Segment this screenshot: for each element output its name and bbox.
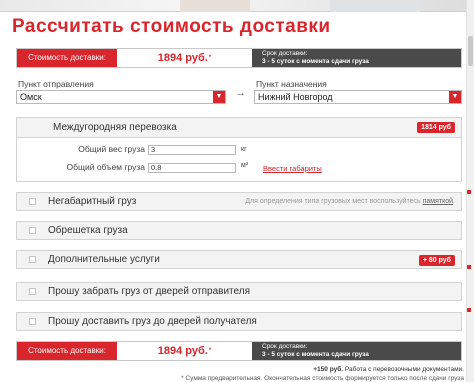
additional-services-badge: + 80 руб [418,255,455,266]
weight-unit: кг [241,146,247,153]
delivery-term: Срок доставки: 3 - 5 суток с момента сда… [252,342,461,360]
intercity-details: Общий вес груза 3 кг Общий объем груза 0… [16,138,462,182]
option-crating[interactable]: Обрешетка груза [16,221,462,240]
arrow-right-icon: → [235,87,246,99]
scrollbar-thumb[interactable] [468,36,473,66]
chevron-down-icon: ▼ [213,91,225,103]
memo-link[interactable]: памяткой [423,198,453,205]
weight-input[interactable]: 3 [148,145,236,155]
origin-label: Пункт отправления [18,79,94,89]
destination-label: Пункт назначения [256,79,327,89]
option-door-delivery[interactable]: Прошу доставить груз до дверей получател… [16,312,462,331]
door-delivery-checkbox[interactable] [29,318,36,325]
origin-select[interactable]: Омск ▼ [16,90,226,104]
pickup-checkbox[interactable] [29,288,36,295]
destination-select[interactable]: Нижний Новгород ▼ [254,90,462,104]
volume-input[interactable]: 0.8 [148,163,236,173]
volume-unit: м³ [241,162,249,169]
price-summary-top: Стоимость доставки: 1894 руб.* Срок дост… [16,48,462,68]
oversized-hint: Для определения типа грузовых мест воспо… [245,198,455,205]
weight-label: Общий вес груза [78,144,145,154]
volume-label: Общий объем груза [66,162,146,172]
documents-fee: +150 руб. Работа с перевозочными докумен… [313,366,464,373]
intercity-panel: Междугородняя перевозка 1814 руб [16,117,462,138]
chevron-down-icon: ▼ [449,91,461,103]
side-marker [467,190,471,194]
enter-dimensions-link[interactable]: Ввести габариты [263,164,322,173]
map-image [180,0,250,12]
price-amount: 1894 руб.* [117,49,252,67]
header-map-strip [0,0,474,12]
price-disclaimer: * Сумма предварительная. Окончательная с… [181,375,464,382]
additional-services-checkbox[interactable] [29,256,36,263]
option-pickup[interactable]: Прошу забрать груз от дверей отправителя [16,282,462,301]
intercity-price-badge: 1814 руб [417,122,455,133]
price-label: Стоимость доставки: [17,49,117,67]
oversized-checkbox[interactable] [29,198,36,205]
intercity-title: Междугородняя перевозка [53,122,177,133]
side-marker [467,265,471,269]
option-additional-services[interactable]: Дополнительные услуги + 80 руб [16,250,462,269]
map-image [330,0,420,12]
crating-checkbox[interactable] [29,227,36,234]
price-amount: 1894 руб.* [117,342,252,360]
side-marker [467,308,471,312]
delivery-term: Срок доставки: 3 - 5 суток с момента сда… [252,49,461,67]
price-label: Стоимость доставки: [17,342,117,360]
price-summary-bottom: Стоимость доставки: 1894 руб.* Срок дост… [16,341,462,361]
page-title: Рассчитать стоимость доставки [12,16,331,37]
option-oversized[interactable]: Негабаритный груз Для определения типа г… [16,192,462,211]
